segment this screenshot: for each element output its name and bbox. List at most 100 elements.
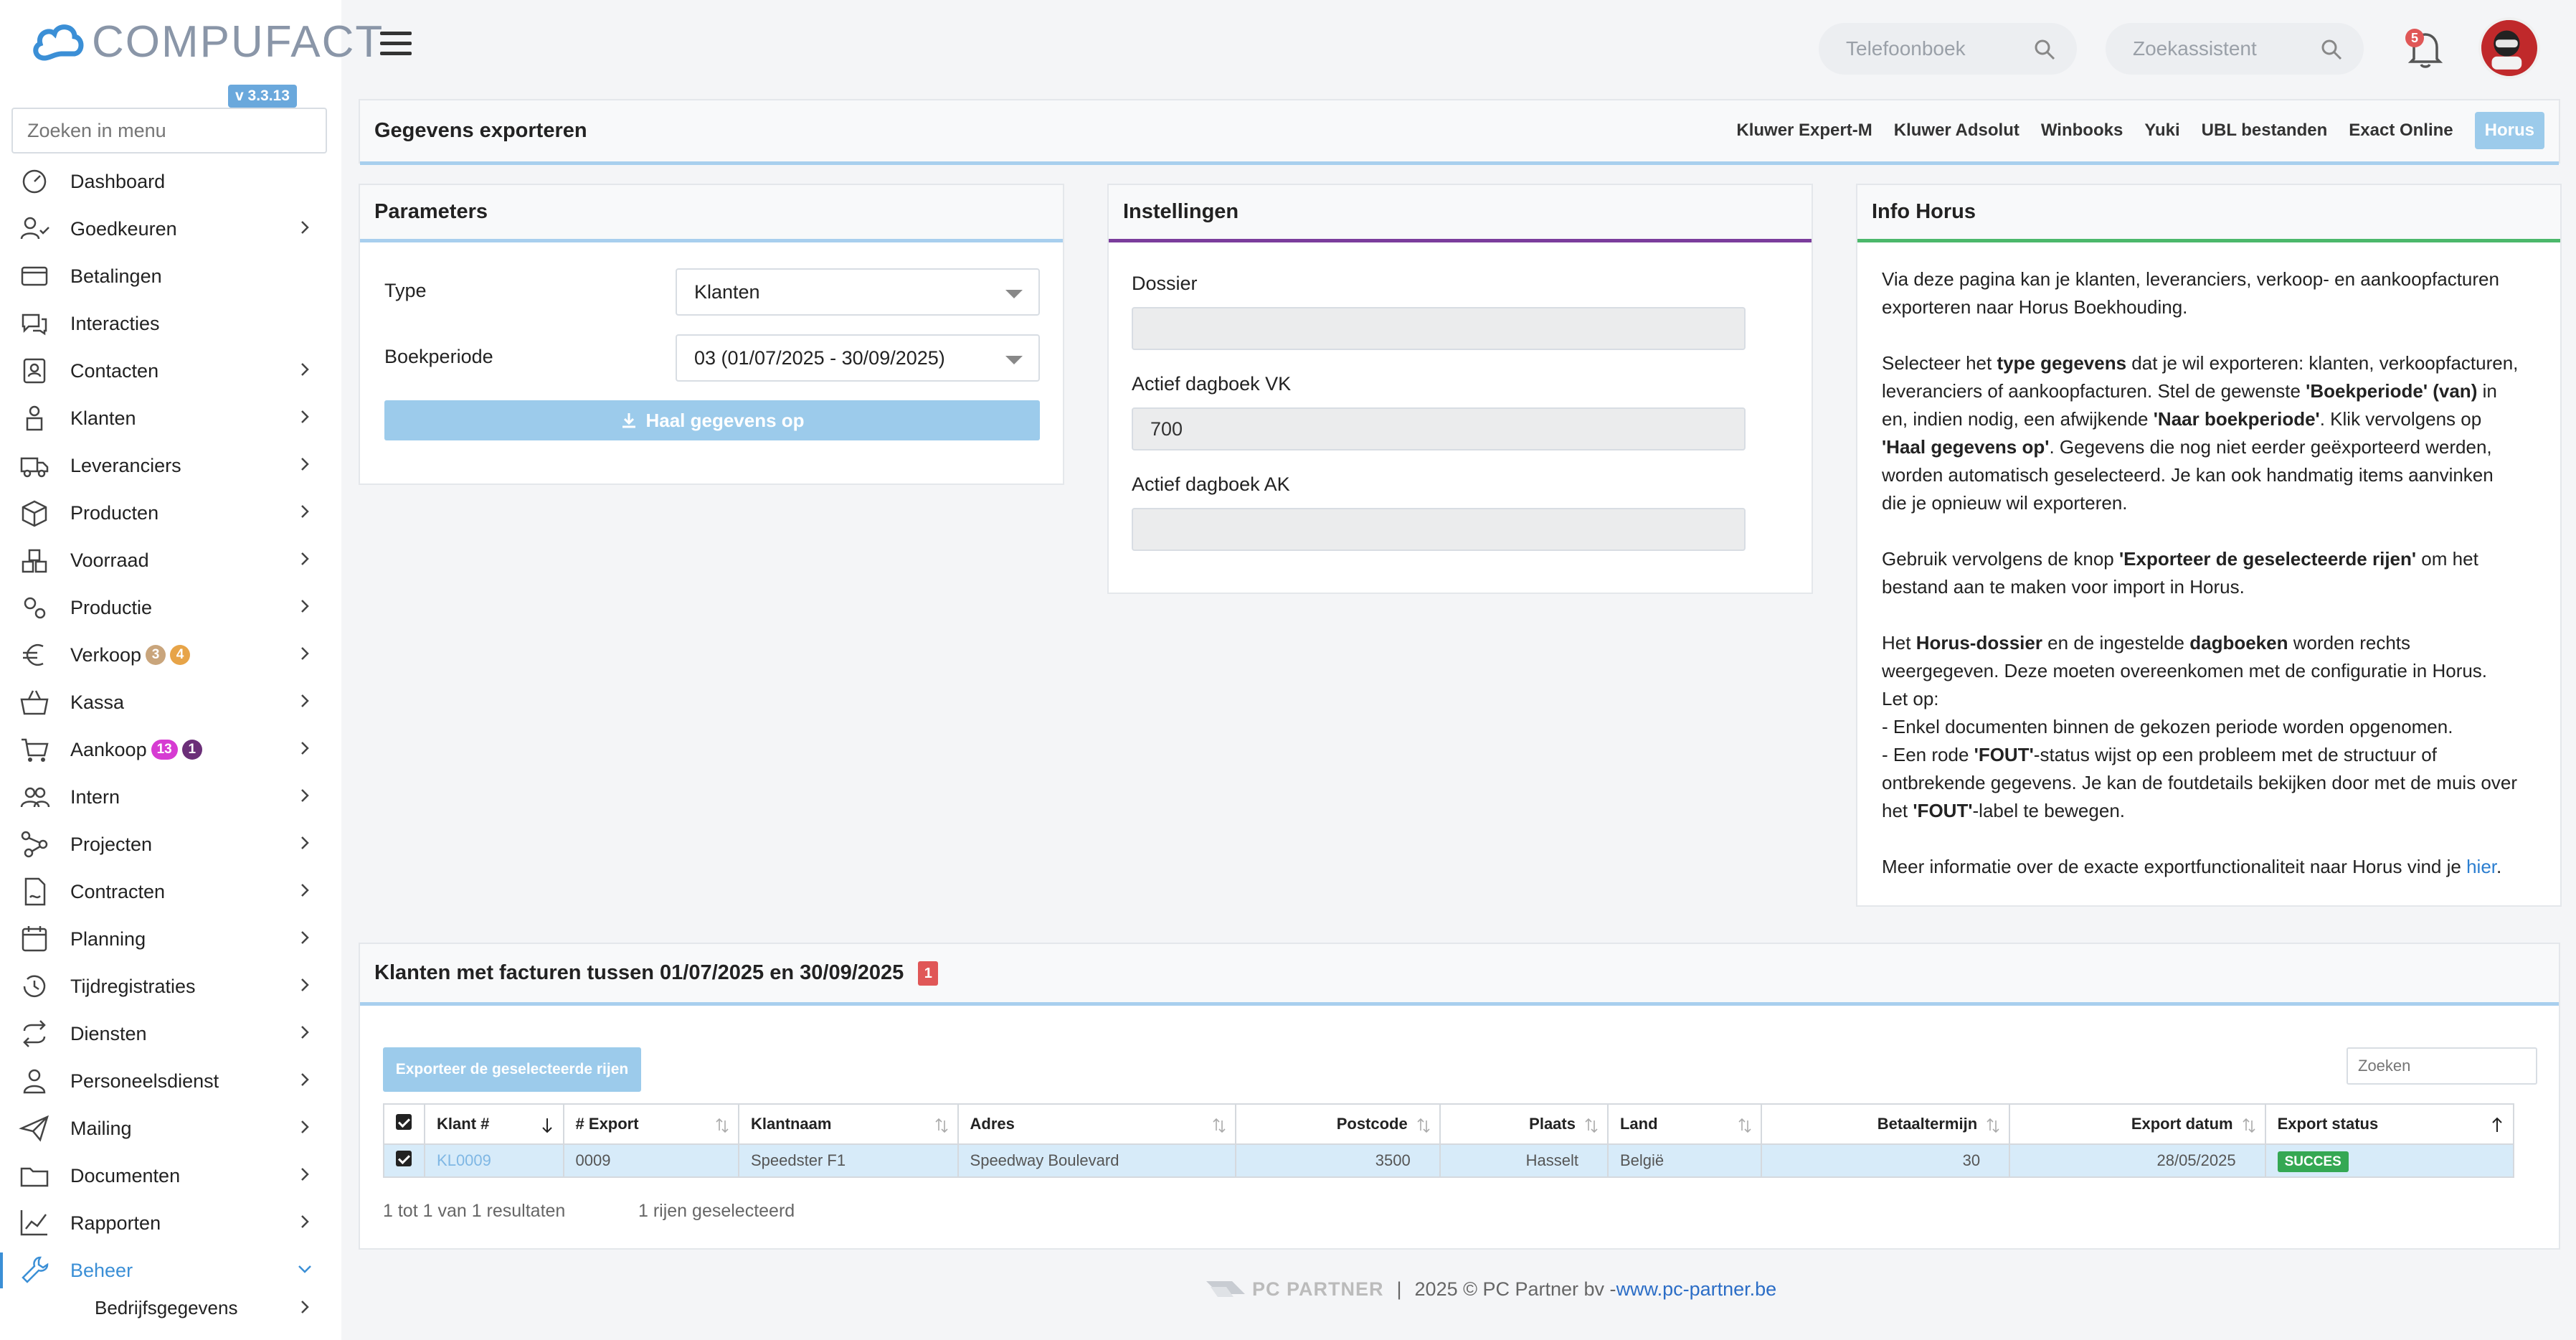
export-tab-kluwer-adsolut[interactable]: Kluwer Adsolut — [1894, 121, 2019, 141]
wrench-icon — [22, 1256, 49, 1283]
sidebar-item-diensten[interactable]: Diensten — [0, 1010, 341, 1057]
sidebar-item-label: Documenten — [70, 1164, 181, 1186]
info-paragraph: Selecteer het type gegevens dat je wil e… — [1882, 352, 2519, 514]
avatar[interactable] — [2478, 17, 2540, 79]
table-row[interactable]: KL0009 0009 Speedster F1 Speedway Boulevard… — [382, 1143, 2515, 1178]
vk-journal-label: Actief dagboek VK — [1132, 373, 1292, 395]
sidebar-item-producten[interactable]: Producten — [0, 489, 341, 537]
column-header[interactable]: Klantnaam — [737, 1103, 959, 1145]
results-count-badge: 1 — [918, 961, 939, 986]
info-more-link[interactable]: hier — [2466, 856, 2496, 877]
cell-adres: Speedway Boulevard — [957, 1143, 1236, 1178]
vk-journal-field[interactable]: 700 — [1132, 407, 1746, 450]
phonebook-search[interactable]: Telefoonboek — [1819, 23, 2077, 75]
hamburger-menu-button[interactable] — [380, 32, 412, 60]
sidebar-item-label: Contacten — [70, 359, 159, 382]
column-header[interactable]: # Export — [562, 1103, 739, 1145]
column-header[interactable]: Plaats — [1439, 1103, 1609, 1145]
avatar-image — [2481, 20, 2532, 71]
info-header: Info Horus — [1857, 185, 2560, 242]
results-panel: Klanten met facturen tussen 01/07/2025 e… — [359, 943, 2560, 1250]
sidebar-item-interacties[interactable]: Interacties — [0, 300, 341, 347]
type-select[interactable]: Klanten — [676, 268, 1040, 316]
users-icon — [20, 787, 50, 808]
column-header[interactable]: Export status — [2264, 1103, 2515, 1145]
logo[interactable]: COMPUFACT — [30, 13, 384, 70]
sidebar-item-label: Tijdregistraties — [70, 975, 196, 997]
sidebar-item-contacten[interactable]: Contacten — [0, 347, 341, 395]
sidebar-item-label: Intern — [70, 785, 120, 808]
sidebar-item-mailing[interactable]: Mailing — [0, 1105, 341, 1152]
sort-icon — [934, 1118, 948, 1133]
table-search-input[interactable] — [2347, 1047, 2537, 1085]
info-panel: Info Horus Via deze pagina kan je klante… — [1856, 184, 2562, 907]
sidebar-item-intern[interactable]: Intern — [0, 773, 341, 821]
column-header[interactable]: Postcode — [1234, 1103, 1441, 1145]
sidebar-item-voorraad[interactable]: Voorraad — [0, 537, 341, 584]
page-title: Gegevens exporteren — [374, 119, 587, 142]
column-header-label: # Export — [575, 1115, 639, 1133]
sidebar-item-productie[interactable]: Productie — [0, 584, 341, 631]
export-tab-winbooks[interactable]: Winbooks — [2041, 121, 2123, 141]
export-tab-horus[interactable]: Horus — [2474, 112, 2544, 149]
sidebar-item-aankoop[interactable]: Aankoop 13 1 — [0, 726, 341, 773]
ak-journal-field[interactable] — [1132, 508, 1746, 551]
menu-search-input[interactable] — [11, 108, 327, 154]
folder-icon — [20, 1167, 49, 1187]
dossier-field[interactable] — [1132, 307, 1746, 350]
row-checkbox-cell[interactable] — [382, 1143, 426, 1178]
sidebar-item-label: Goedkeuren — [70, 217, 177, 240]
info-text: Via deze pagina kan je klanten, leveranc… — [1882, 265, 2520, 909]
sidebar-item-tijdregistraties[interactable]: Tijdregistraties — [0, 963, 341, 1010]
sort-icon — [1585, 1118, 1598, 1133]
sidebar-item-planning[interactable]: Planning — [0, 915, 341, 963]
customer-link[interactable]: KL0009 — [437, 1151, 491, 1169]
sidebar-item-klanten[interactable]: Klanten — [0, 395, 341, 442]
column-header[interactable]: Betaaltermijn — [1760, 1103, 2011, 1145]
row-checkbox[interactable] — [396, 1151, 412, 1166]
phonebook-placeholder: Telefoonboek — [1846, 37, 1966, 60]
chevron-right-icon — [301, 694, 309, 707]
sidebar-item-label: Dashboard — [70, 170, 166, 192]
sidebar-item-rapporten[interactable]: Rapporten — [0, 1199, 341, 1247]
sidebar-item-betalingen[interactable]: Betalingen — [0, 253, 341, 300]
chat-icon — [22, 313, 47, 336]
export-tab-kluwer-expert-m[interactable]: Kluwer Expert-M — [1736, 121, 1872, 141]
info-paragraph: Gebruik vervolgens de knop 'Exporteer de… — [1882, 548, 2478, 598]
fetch-data-button[interactable]: Haal gegevens op — [384, 400, 1040, 440]
select-all-checkbox-cell[interactable] — [382, 1103, 426, 1145]
sidebar-item-kassa[interactable]: Kassa — [0, 679, 341, 726]
chevron-right-icon — [301, 1301, 309, 1313]
chevron-right-icon — [301, 1215, 309, 1228]
basket-icon — [20, 690, 49, 715]
sidebar-subitem-bedrijfsgegevens[interactable]: Bedrijfsgegevens — [0, 1288, 341, 1328]
selected-summary: 1 rijen geselecteerd — [638, 1201, 795, 1221]
column-header[interactable]: Land — [1606, 1103, 1762, 1145]
sidebar-item-contracten[interactable]: Contracten — [0, 868, 341, 915]
sidebar-item-verkoop[interactable]: Verkoop 3 4 — [0, 631, 341, 679]
cell-klant[interactable]: KL0009 — [424, 1143, 564, 1178]
column-header[interactable]: Adres — [957, 1103, 1236, 1145]
select-all-checkbox[interactable] — [396, 1114, 412, 1130]
sidebar-item-goedkeuren[interactable]: Goedkeuren — [0, 205, 341, 253]
column-header[interactable]: Klant # — [424, 1103, 564, 1145]
sidebar-item-personeelsdienst[interactable]: Personeelsdienst — [0, 1057, 341, 1105]
export-tab-exact-online[interactable]: Exact Online — [2349, 121, 2453, 141]
settings-title: Instellingen — [1123, 200, 1239, 223]
export-tab-yuki[interactable]: Yuki — [2144, 121, 2179, 141]
export-selected-button[interactable]: Exporteer de geselecteerde rijen — [383, 1047, 641, 1092]
export-tab-ubl-bestanden[interactable]: UBL bestanden — [2202, 121, 2328, 141]
chevron-right-icon — [301, 978, 309, 991]
period-select[interactable]: 03 (01/07/2025 - 30/09/2025) — [676, 334, 1040, 382]
footer-link[interactable]: www.pc-partner.be — [1616, 1278, 1777, 1301]
cell-postcode: 3500 — [1234, 1143, 1441, 1178]
sidebar-item-projecten[interactable]: Projecten — [0, 821, 341, 868]
sidebar-item-documenten[interactable]: Documenten — [0, 1152, 341, 1199]
sidebar-item-leveranciers[interactable]: Leveranciers — [0, 442, 341, 489]
footer: PC PARTNER | 2025 © PC Partner bv - www.… — [1205, 1277, 1776, 1301]
sidebar-item-dashboard[interactable]: Dashboard — [0, 158, 341, 205]
assistant-search[interactable]: Zoekassistent — [2106, 23, 2364, 75]
cell-land: België — [1606, 1143, 1762, 1178]
column-header[interactable]: Export datum — [2009, 1103, 2266, 1145]
address-book-icon — [23, 358, 46, 384]
